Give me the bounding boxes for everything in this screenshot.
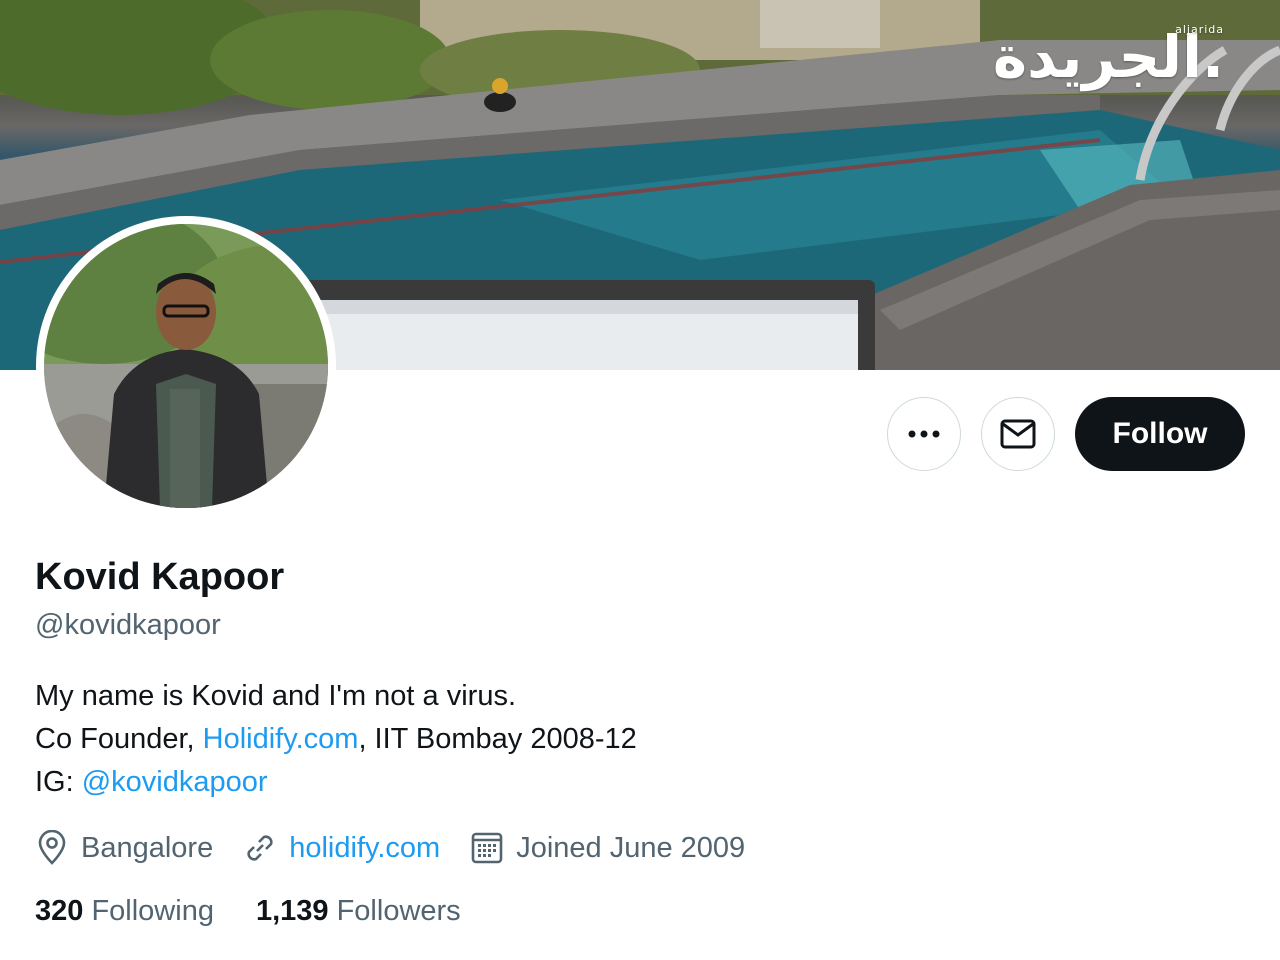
- envelope-icon: [1000, 419, 1036, 449]
- bio-text: Co Founder,: [35, 723, 203, 755]
- website[interactable]: holidify.com: [243, 831, 440, 865]
- avatar-photo: [44, 224, 328, 508]
- more-horizontal-icon: [908, 430, 940, 438]
- website-link[interactable]: holidify.com: [289, 832, 440, 865]
- bio-text: IG:: [35, 766, 82, 798]
- join-date-text: Joined June 2009: [516, 831, 746, 864]
- profile-meta: Bangalore holidify.com Joined June 2009: [35, 827, 775, 869]
- link-icon: [247, 835, 273, 861]
- profile-handle: @kovidkapoor: [35, 609, 221, 641]
- bio-line-2: Co Founder, Holidify.com, IIT Bombay 200…: [35, 718, 637, 761]
- bio-text: , IIT Bombay 2008-12: [358, 723, 637, 755]
- following-stat[interactable]: 320 Following: [35, 895, 214, 928]
- followers-stat[interactable]: 1,139 Followers: [256, 895, 461, 928]
- following-label: Following: [91, 895, 214, 927]
- bio-line-1: My name is Kovid and I'm not a virus.: [35, 680, 517, 712]
- followers-label: Followers: [336, 895, 461, 927]
- join-date: Joined June 2009: [470, 831, 745, 865]
- location-pin-icon: [38, 830, 66, 865]
- watermark-logo: الجريدة. aljarida: [992, 23, 1224, 91]
- bio-link-instagram[interactable]: @kovidkapoor: [82, 766, 268, 798]
- followers-count: 1,139: [255, 895, 329, 927]
- calendar-icon: [471, 832, 503, 864]
- profile-stats: 320 Following 1,139 Followers: [35, 895, 503, 928]
- avatar[interactable]: [36, 216, 336, 516]
- profile-bio: My name is Kovid and I'm not a virus. Co…: [35, 675, 637, 804]
- bio-line-3: IG: @kovidkapoor: [35, 761, 637, 804]
- following-count: 320: [35, 895, 84, 927]
- more-options-button[interactable]: [887, 397, 961, 471]
- location: Bangalore: [35, 830, 213, 866]
- profile-name: Kovid Kapoor: [35, 556, 285, 598]
- location-text: Bangalore: [81, 831, 214, 864]
- follow-button[interactable]: Follow: [1075, 397, 1245, 471]
- message-button[interactable]: [981, 397, 1055, 471]
- bio-link-holidify[interactable]: Holidify.com: [203, 723, 359, 755]
